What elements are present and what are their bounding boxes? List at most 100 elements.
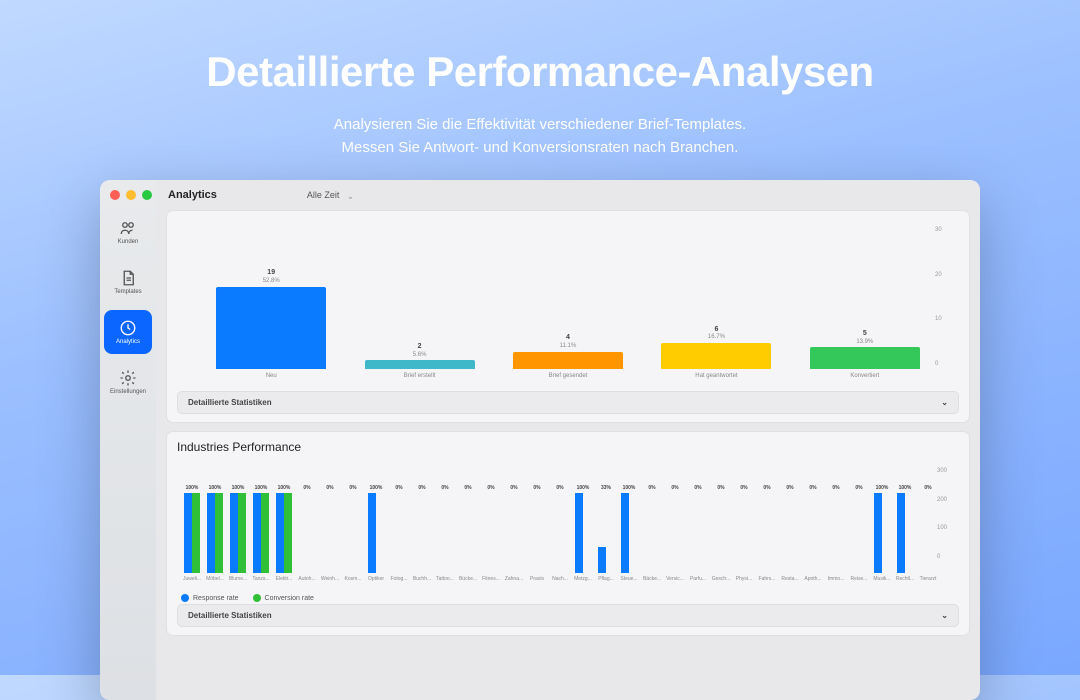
bar-x-label: Brief erstellt	[404, 373, 436, 385]
industry-col: 0%Nach...	[549, 468, 571, 586]
bar-value-label: 0%	[924, 485, 931, 493]
sidebar-item-analytics[interactable]: Analytics	[104, 310, 152, 354]
maximize-icon[interactable]	[142, 190, 152, 200]
sidebar: Kunden Templates Analytics Einstellungen	[100, 180, 156, 700]
y-axis: 3002001000	[937, 468, 955, 560]
industry-x-label: Nach...	[548, 576, 572, 586]
response-bar	[575, 493, 583, 573]
industry-col: 0%Tierarzt	[917, 468, 939, 586]
bar-value-label: 0%	[326, 485, 333, 493]
bar-value-label: 0%	[855, 485, 862, 493]
sidebar-item-kunden[interactable]: Kunden	[104, 210, 152, 254]
bar-value-label: 100%	[623, 485, 636, 493]
industry-col: 0%Zahna...	[503, 468, 525, 586]
users-icon	[119, 219, 137, 237]
response-bar	[598, 547, 606, 573]
industry-x-label: Fitnes...	[479, 576, 503, 586]
bar-col: 411.1% Brief gesendet	[494, 235, 642, 385]
hero-sub-line1: Analysieren Sie die Effektivität verschi…	[0, 114, 1080, 137]
bar	[216, 287, 326, 369]
legend-dot-icon	[181, 594, 189, 602]
y-axis: 3020100	[935, 227, 953, 367]
bar-x-label: Brief gesendet	[549, 373, 588, 385]
minimize-icon[interactable]	[126, 190, 136, 200]
bar-value-label: 513.9%	[856, 330, 873, 345]
industry-x-label: Weinh...	[318, 576, 342, 586]
industry-col: 0%Immo...	[825, 468, 847, 586]
industry-x-label: Bäcke...	[640, 576, 664, 586]
industry-x-label: Pflag...	[594, 576, 618, 586]
bar-col: 616.7%Hat geantwortet	[642, 235, 790, 385]
response-bar	[897, 493, 905, 573]
sidebar-item-label: Templates	[114, 289, 141, 295]
bar-value-label: 0%	[303, 485, 310, 493]
industry-col: 100% Möbel...	[204, 468, 226, 586]
industry-x-label: Versic...	[663, 576, 687, 586]
response-bar	[874, 493, 882, 573]
industry-col: 100% Optiker	[365, 468, 387, 586]
conversion-bar	[192, 493, 200, 573]
bar-col: 513.9% Konvertiert	[791, 235, 939, 385]
bar	[365, 360, 475, 369]
bar-value-label: 100%	[899, 485, 912, 493]
industry-x-label: Parfu...	[686, 576, 710, 586]
detail-label: Detaillierte Statistiken	[188, 398, 272, 407]
detail-expand-row[interactable]: Detaillierte Statistiken ⌄	[177, 604, 959, 627]
chevron-down-icon: ⌄	[941, 611, 948, 620]
industry-col: 0%Tattoo...	[434, 468, 456, 586]
main-content: Analytics Alle Zeit 1952.8%Neu25.6%Brief…	[156, 180, 980, 700]
bar-value-label: 616.7%	[708, 326, 725, 341]
response-bar	[621, 493, 629, 573]
bar-value-label: 0%	[832, 485, 839, 493]
industry-col: 0%Versic...	[664, 468, 686, 586]
response-bar	[230, 493, 238, 573]
bar-value-label: 0%	[395, 485, 402, 493]
bar-value-label: 100%	[370, 485, 383, 493]
industry-x-label: Fotog...	[387, 576, 411, 586]
bar-value-label: 0%	[533, 485, 540, 493]
doc-icon	[119, 269, 137, 287]
sidebar-item-einstellungen[interactable]: Einstellungen	[104, 360, 152, 404]
close-icon[interactable]	[110, 190, 120, 200]
industry-x-label: Zahna...	[502, 576, 526, 586]
industry-x-label: Gesch...	[709, 576, 733, 586]
industries-bar-chart: 100%Juweli...100%Möbel...100%Blume...100…	[177, 458, 959, 588]
industry-col: 0%Fitnes...	[480, 468, 502, 586]
detail-expand-row[interactable]: Detaillierte Statistiken ⌄	[177, 391, 959, 414]
bar	[513, 352, 623, 369]
status-bar-chart: 1952.8%Neu25.6%Brief erstellt411.1%Brief…	[177, 219, 959, 389]
bar-value-label: 0%	[786, 485, 793, 493]
industry-col: 0%Buchh...	[411, 468, 433, 586]
bar-x-label: Konvertiert	[850, 373, 879, 385]
bar-value-label: 100%	[186, 485, 199, 493]
topbar: Analytics Alle Zeit	[156, 180, 980, 210]
bar-value-label: 411.1%	[560, 334, 577, 349]
industry-x-label: Rechtl...	[893, 576, 917, 586]
industry-col: 0%Apoth...	[802, 468, 824, 586]
industry-x-label: Optiker	[364, 576, 388, 586]
legend-label: Response rate	[193, 595, 239, 602]
status-chart-card: 1952.8%Neu25.6%Brief erstellt411.1%Brief…	[166, 210, 970, 423]
industry-x-label: Physi...	[732, 576, 756, 586]
bar	[661, 343, 771, 369]
conversion-bar	[261, 493, 269, 573]
industry-x-label: Fahrs...	[755, 576, 779, 586]
industry-x-label: Tattoo...	[433, 576, 457, 586]
content-scroll: 1952.8%Neu25.6%Brief erstellt411.1%Brief…	[156, 210, 980, 700]
industry-x-label: Metzg...	[571, 576, 595, 586]
industry-col: 100%Juweli...	[181, 468, 203, 586]
legend-dot-icon	[253, 594, 261, 602]
industry-col: 0%Bäcke...	[641, 468, 663, 586]
bar-value-label: 100%	[232, 485, 245, 493]
industries-title: Industries Performance	[177, 440, 959, 454]
industry-col: 100%Tanzs...	[250, 468, 272, 586]
bar-value-label: 0%	[418, 485, 425, 493]
time-filter-select[interactable]: Alle Zeit	[307, 190, 354, 200]
conversion-bar	[284, 493, 292, 573]
sidebar-item-templates[interactable]: Templates	[104, 260, 152, 304]
industry-x-label: Möbel...	[203, 576, 227, 586]
industry-x-label: Praxis	[525, 576, 549, 586]
legend: Response rate Conversion rate	[177, 594, 959, 602]
industry-col: 33%Pflag...	[595, 468, 617, 586]
bar-value-label: 100%	[209, 485, 222, 493]
